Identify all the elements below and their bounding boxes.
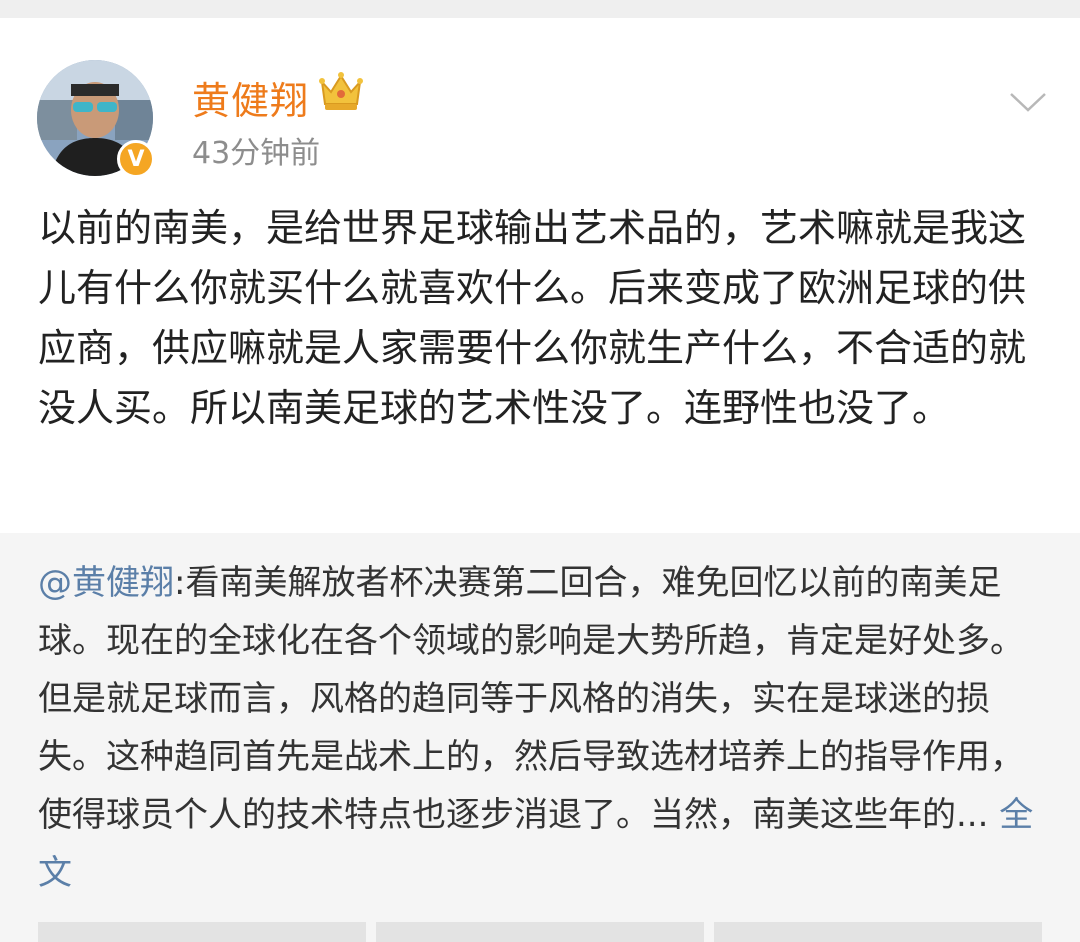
post-content: 以前的南美，是给世界足球输出艺术品的，艺术嘛就是我这儿有什么你就买什么就喜欢什么… [38, 206, 1027, 430]
image-grid [38, 922, 1042, 942]
reposted-content[interactable]: @黄健翔:看南美解放者杯决赛第二回合，难免回忆以前的南美足球。现在的全球化在各个… [0, 533, 1080, 942]
crown-icon[interactable] [318, 70, 364, 112]
repost-body: :看南美解放者杯决赛第二回合，难免回忆以前的南美足球。现在的全球化在各个领域的影… [38, 563, 1024, 835]
top-divider [0, 0, 1080, 18]
image-thumbnail[interactable] [714, 922, 1042, 942]
verified-v-icon: V [117, 140, 155, 178]
mention-link[interactable]: @黄健翔 [38, 563, 174, 603]
post-time: 43分钟前 [192, 136, 321, 171]
author-name[interactable]: 黄健翔 [192, 70, 309, 125]
image-thumbnail[interactable] [376, 922, 704, 942]
repost-text: @黄健翔:看南美解放者杯决赛第二回合，难免回忆以前的南美足球。现在的全球化在各个… [38, 554, 1042, 902]
post-header: V 黄健翔 43分钟前 [0, 18, 1080, 190]
image-thumbnail[interactable] [38, 922, 366, 942]
chevron-down-icon[interactable] [1008, 90, 1048, 114]
